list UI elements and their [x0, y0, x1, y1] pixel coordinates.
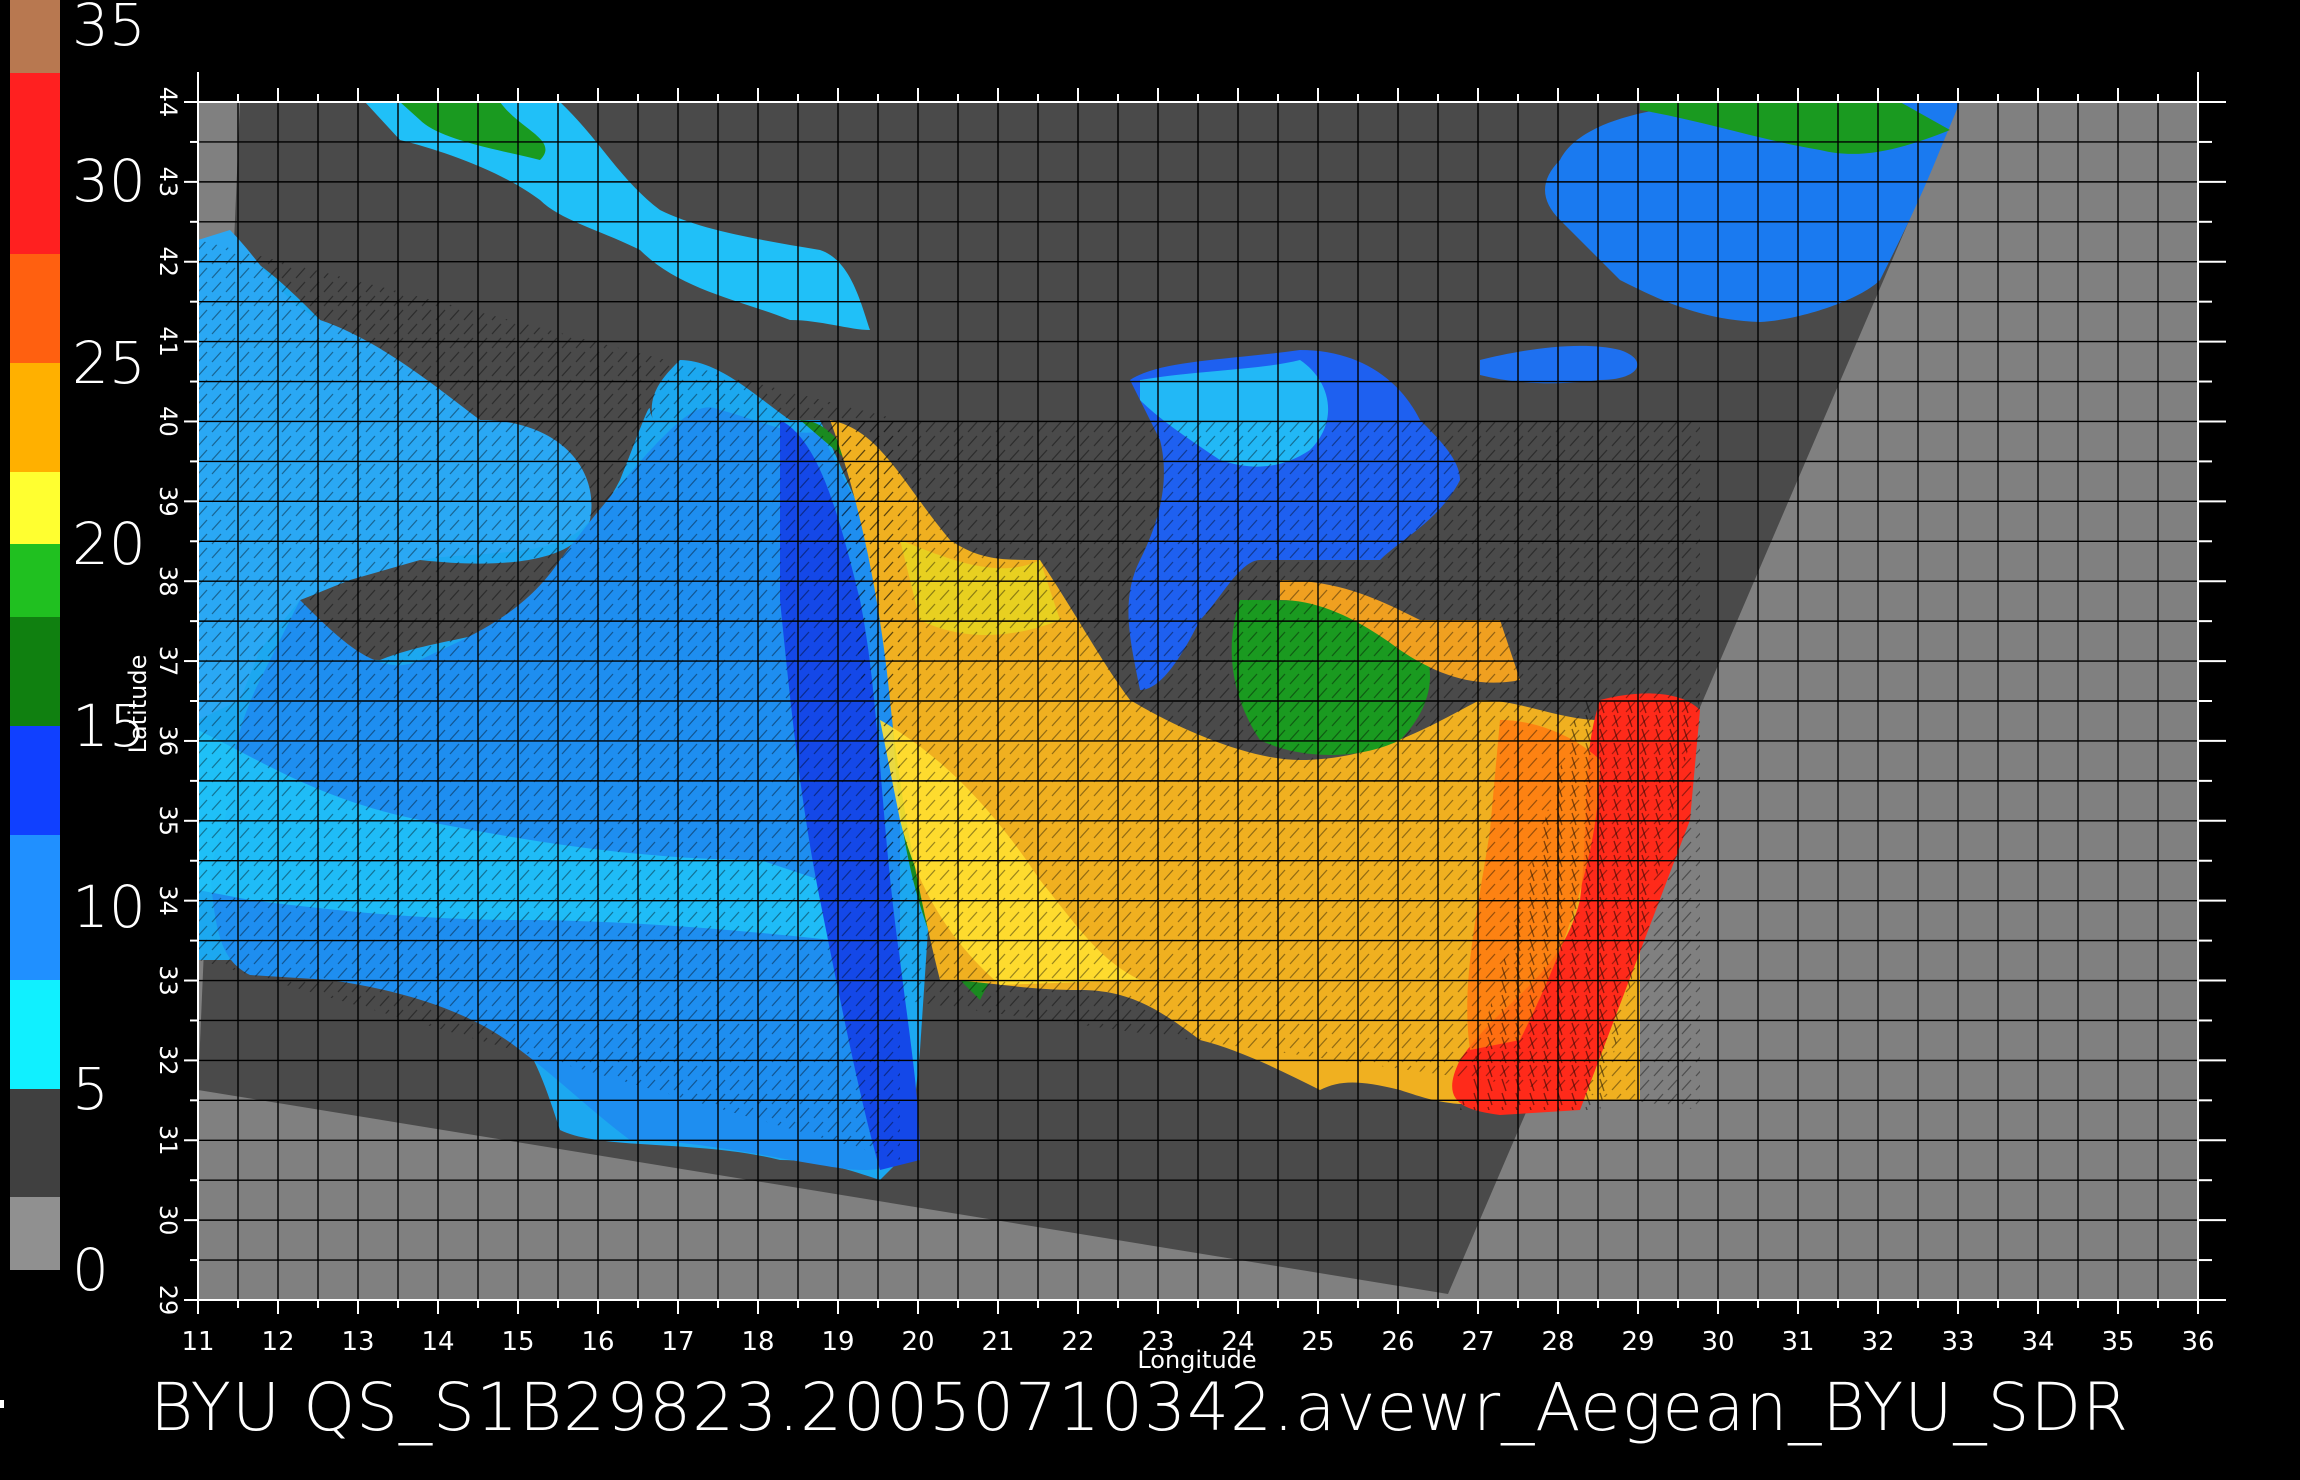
y-tick-label: 34	[154, 885, 182, 916]
y-tick-label: 38	[154, 566, 182, 597]
x-tick-label: 18	[741, 1327, 774, 1357]
x-tick-label: 32	[1861, 1327, 1894, 1357]
x-tick-label: 27	[1461, 1327, 1494, 1357]
x-tick-label: 19	[821, 1327, 854, 1357]
x-tick-label: 20	[901, 1327, 934, 1357]
x-tick-label: 25	[1301, 1327, 1334, 1357]
x-tick-label: 16	[581, 1327, 614, 1357]
x-tick-label: 35	[2101, 1327, 2134, 1357]
x-tick-label: 12	[261, 1327, 294, 1357]
x-tick-label: 34	[2021, 1327, 2054, 1357]
x-tick-label: 26	[1381, 1327, 1414, 1357]
x-tick-label: 13	[341, 1327, 374, 1357]
x-tick-label: 36	[2181, 1327, 2214, 1357]
x-tick-label: 11	[181, 1327, 214, 1357]
y-tick-label: 41	[154, 326, 182, 357]
x-tick-label: 21	[981, 1327, 1014, 1357]
y-tick-label: 31	[154, 1125, 182, 1156]
x-tick-label: 30	[1701, 1327, 1734, 1357]
y-tick-label: 37	[154, 646, 182, 677]
y-tick-label: 33	[154, 965, 182, 996]
y-tick-label: 32	[154, 1045, 182, 1076]
y-tick-label: 44	[154, 87, 182, 118]
y-tick-label: 42	[154, 246, 182, 277]
x-tick-label: 31	[1781, 1327, 1814, 1357]
y-tick-label: 35	[154, 806, 182, 837]
y-tick-label: 29	[154, 1285, 182, 1316]
x-tick-label: 29	[1621, 1327, 1654, 1357]
edge-mark	[0, 1400, 4, 1408]
y-tick-label: 40	[154, 406, 182, 437]
product-caption: BYU QS_S1B29823.20050710342.avewr_Aegean…	[150, 1369, 2130, 1446]
x-tick-label: 28	[1541, 1327, 1574, 1357]
y-tick-label: 30	[154, 1205, 182, 1236]
wind-speed-map: 11 12 13 14 15 16 17 18 19 20 21 22 23 24 25 26 27 28 29 30…	[124, 72, 2226, 1374]
y-tick-label: 39	[154, 486, 182, 517]
x-tick-label: 17	[661, 1327, 694, 1357]
x-tick-label: 33	[1941, 1327, 1974, 1357]
x-tick-label: 22	[1061, 1327, 1094, 1357]
y-tick-label: 43	[154, 167, 182, 198]
x-tick-label: 14	[421, 1327, 454, 1357]
y-tick-label: 36	[154, 726, 182, 757]
y-axis-label: Latitude	[124, 655, 152, 754]
x-tick-label: 15	[501, 1327, 534, 1357]
